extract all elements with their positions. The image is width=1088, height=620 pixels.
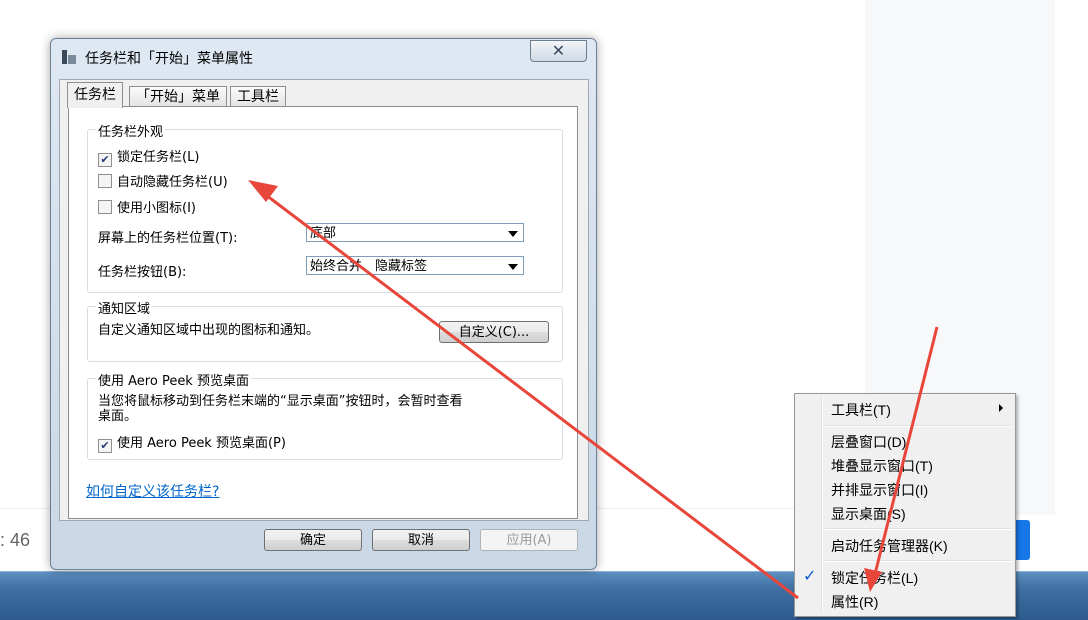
- group-taskbar-appearance: 任务栏外观 ✔ 锁定任务栏(L) 自动隐藏任务栏(U) 使用小图标(I) 屏幕上的…: [87, 121, 563, 293]
- small-icons-label: 使用小图标(I): [117, 201, 196, 216]
- close-icon: ✕: [551, 41, 566, 60]
- small-icons-checkbox[interactable]: 使用小图标(I): [98, 197, 196, 216]
- dropdown-arrow-icon: [508, 264, 518, 270]
- lock-taskbar-check-icon[interactable]: ✔: [98, 153, 112, 167]
- aero-peek-label: 使用 Aero Peek 预览桌面(P): [117, 436, 286, 451]
- menu-item-lock-taskbar[interactable]: 锁定任务栏(L): [831, 568, 918, 588]
- menu-item-cascade[interactable]: 层叠窗口(D): [831, 432, 906, 452]
- tab-start-menu[interactable]: 「开始」菜单: [129, 86, 227, 107]
- tab-toolbars[interactable]: 工具栏: [230, 86, 286, 107]
- background-page-count: : 46: [0, 530, 31, 550]
- taskbar-app-icon: [61, 49, 77, 65]
- taskbar-buttons-select[interactable]: 始终合并、隐藏标签: [306, 256, 524, 275]
- customize-taskbar-help-link[interactable]: 如何自定义该任务栏?: [86, 481, 219, 501]
- autohide-taskbar-checkbox[interactable]: 自动隐藏任务栏(U): [98, 171, 228, 190]
- lock-taskbar-checkbox[interactable]: ✔ 锁定任务栏(L): [98, 146, 199, 167]
- menu-item-task-manager[interactable]: 启动任务管理器(K): [831, 536, 948, 556]
- menu-separator: [825, 425, 1011, 427]
- menu-item-side-by-side[interactable]: 并排显示窗口(I): [831, 480, 928, 500]
- tab-panel-taskbar: 任务栏外观 ✔ 锁定任务栏(L) 自动隐藏任务栏(U) 使用小图标(I) 屏幕上的…: [68, 106, 578, 519]
- aero-peek-description-line1: 当您将鼠标移动到任务栏末端的“显示桌面”按钮时，会暂时查看: [98, 394, 463, 409]
- taskbar-buttons-value: 始终合并、隐藏标签: [310, 259, 428, 274]
- close-button[interactable]: ✕: [530, 40, 587, 62]
- menu-item-properties[interactable]: 属性(R): [831, 592, 878, 612]
- group-notification-area: 通知区域 自定义通知区域中出现的图标和通知。 自定义(C)...: [87, 298, 563, 362]
- menu-item-toolbars[interactable]: 工具栏(T): [831, 400, 891, 420]
- dialog-title: 任务栏和「开始」菜单属性: [85, 51, 253, 67]
- group-title-aero-peek: 使用 Aero Peek 预览桌面: [96, 370, 251, 389]
- aero-peek-description-line2: 桌面。: [98, 409, 138, 424]
- taskbar-buttons-label: 任务栏按钮(B):: [98, 265, 187, 280]
- menu-separator: [825, 528, 1011, 530]
- taskbar-context-menu: 工具栏(T) 层叠窗口(D) 堆叠显示窗口(T) 并排显示窗口(I) 显示桌面(…: [794, 393, 1016, 617]
- menu-gutter: [821, 396, 823, 612]
- taskbar-position-label: 屏幕上的任务栏位置(T):: [98, 231, 238, 246]
- aero-peek-check-icon[interactable]: ✔: [98, 439, 112, 453]
- autohide-check-icon[interactable]: [98, 174, 112, 188]
- notification-description: 自定义通知区域中出现的图标和通知。: [98, 323, 320, 338]
- taskbar-properties-dialog: 任务栏和「开始」菜单属性 ✕ 任务栏 「开始」菜单 工具栏 任务栏外观 ✔ 锁定任…: [50, 38, 597, 570]
- group-aero-peek: 使用 Aero Peek 预览桌面 当您将鼠标移动到任务栏末端的“显示桌面”按钮…: [87, 370, 563, 460]
- dropdown-arrow-icon: [508, 231, 518, 237]
- tab-taskbar[interactable]: 任务栏: [67, 82, 123, 108]
- autohide-label: 自动隐藏任务栏(U): [117, 175, 228, 190]
- menu-item-show-desktop[interactable]: 显示桌面(S): [831, 504, 906, 524]
- customize-button[interactable]: 自定义(C)...: [439, 321, 549, 343]
- aero-peek-checkbox[interactable]: ✔ 使用 Aero Peek 预览桌面(P): [98, 432, 286, 453]
- group-title-notification: 通知区域: [96, 298, 153, 317]
- cancel-button[interactable]: 取消: [372, 529, 470, 551]
- lock-taskbar-label: 锁定任务栏(L): [117, 150, 200, 165]
- taskbar-position-select[interactable]: 底部: [306, 223, 524, 242]
- menu-separator: [825, 560, 1011, 562]
- small-icons-check-icon[interactable]: [98, 200, 112, 214]
- taskbar-position-value: 底部: [310, 226, 337, 241]
- menu-item-stack[interactable]: 堆叠显示窗口(T): [831, 456, 933, 476]
- ok-button[interactable]: 确定: [264, 529, 362, 551]
- group-title-appearance: 任务栏外观: [96, 121, 166, 140]
- submenu-arrow-icon: [999, 404, 1003, 412]
- apply-button[interactable]: 应用(A): [480, 529, 578, 551]
- checkmark-icon: ✓: [803, 566, 817, 585]
